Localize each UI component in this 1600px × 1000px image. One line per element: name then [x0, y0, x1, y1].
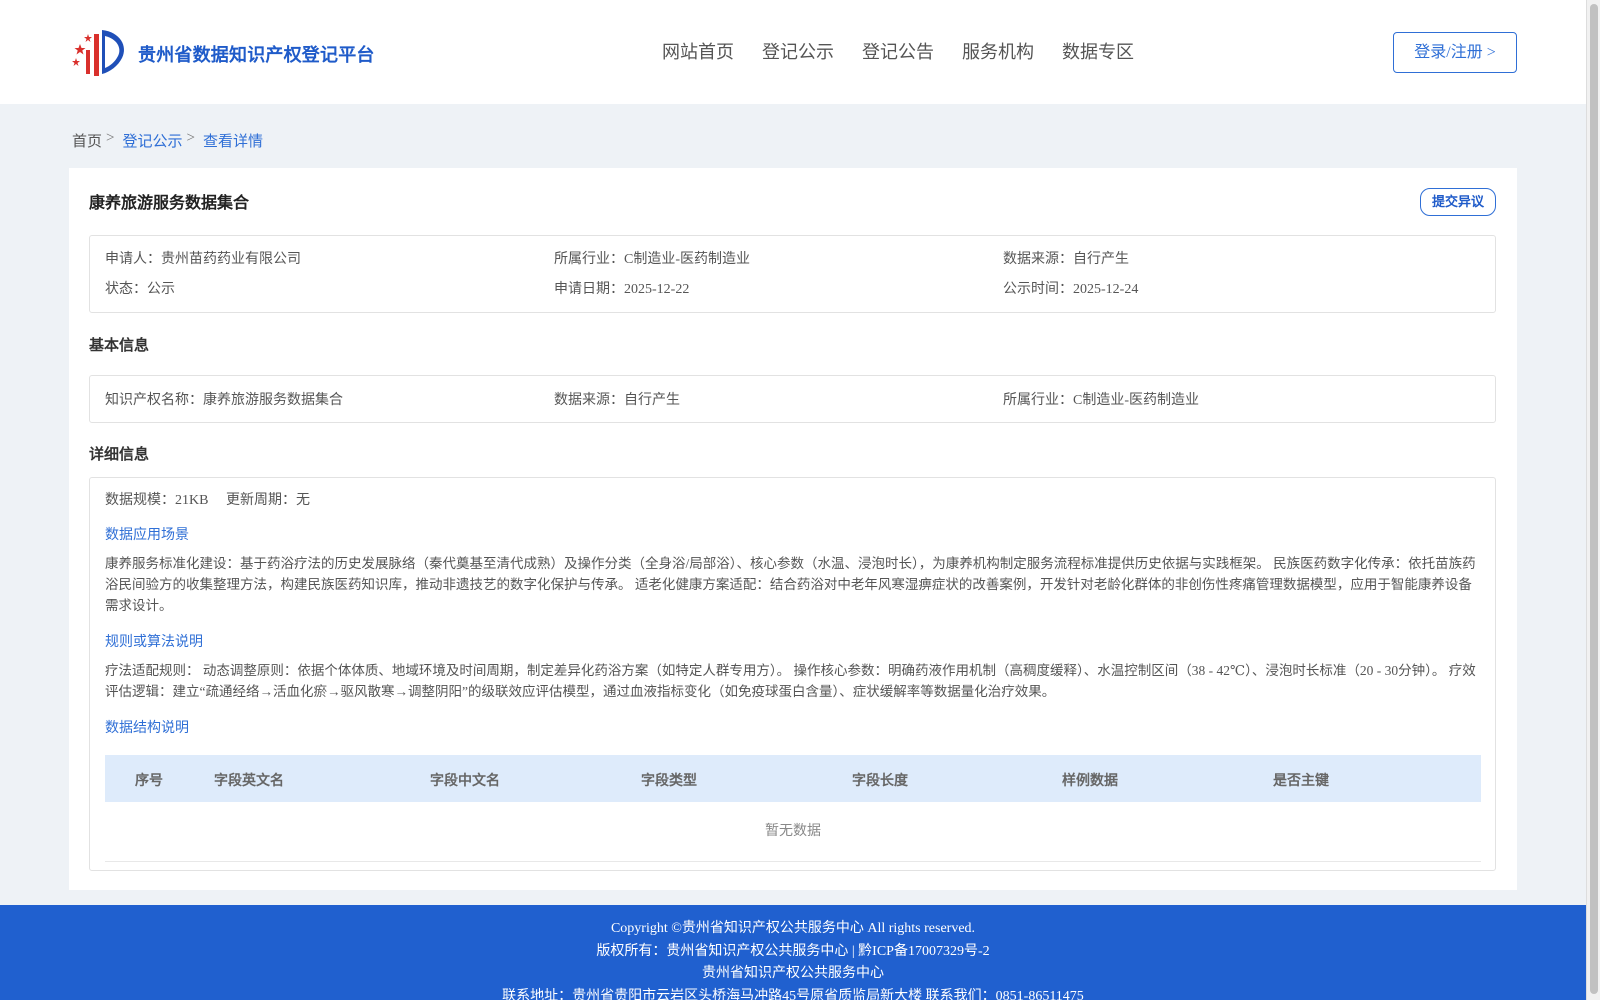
login-register-button[interactable]: 登录/注册 > [1393, 32, 1517, 73]
column-header-length: 字段长度 [852, 774, 908, 789]
column-header-index: 序号 [135, 774, 163, 789]
page-title: 康养旅游服务数据集合 [89, 195, 250, 212]
publish-date-value: 2025-12-24 [1073, 282, 1139, 297]
breadcrumb-registration-publicity[interactable]: 登记公示 [122, 130, 182, 151]
status-value: 公示 [147, 282, 175, 297]
main-nav: 网站首页 登记公示 登记公告 服务机构 数据专区 [662, 38, 1134, 64]
ip-name-value: 康养旅游服务数据集合 [203, 393, 343, 408]
update-cycle-value: 无 [296, 493, 310, 508]
column-header-chinese-name: 字段中文名 [430, 774, 500, 789]
scrollbar-thumb[interactable] [1590, 4, 1598, 994]
data-scale-value: 21KB [175, 493, 209, 508]
publish-date-field: 公示时间：2025-12-24 [1003, 278, 1138, 298]
basic-source-value: 自行产生 [624, 393, 680, 408]
breadcrumb-home[interactable]: 首页 [72, 130, 102, 151]
basic-industry-label: 所属行业： [1003, 393, 1073, 408]
nav-item-service-agencies[interactable]: 服务机构 [962, 38, 1034, 64]
detail-info-heading: 详细信息 [89, 447, 150, 463]
status-field: 状态：公示 [105, 278, 175, 298]
rules-algorithm-heading: 规则或算法说明 [105, 635, 203, 650]
footer-owner[interactable]: 版权所有：贵州省知识产权公共服务中心 | 黔ICP备17007329号-2 [0, 940, 1586, 960]
applicant-label: 申请人： [105, 252, 161, 267]
detail-info-box: 数据规模：21KB 更新周期：无 数据应用场景 康养服务标准化建设：基于药浴疗法… [89, 477, 1496, 871]
basic-source-label: 数据来源： [554, 393, 624, 408]
breadcrumb-separator: > [186, 130, 195, 146]
basic-industry-value: C制造业-医药制造业 [1073, 393, 1199, 408]
apply-date-value: 2025-12-22 [624, 282, 690, 297]
apply-date-field: 申请日期：2025-12-22 [554, 278, 689, 298]
table-header: 序号 字段英文名 字段中文名 字段类型 字段长度 样例数据 是否主键 [105, 755, 1481, 802]
page-scrollbar[interactable] [1586, 0, 1600, 1000]
nav-item-registration-publicity[interactable]: 登记公示 [762, 38, 834, 64]
basic-source-field: 数据来源：自行产生 [554, 389, 680, 409]
industry-label: 所属行业： [554, 252, 624, 267]
breadcrumb-separator: > [106, 130, 115, 146]
nav-item-home[interactable]: 网站首页 [662, 38, 734, 64]
detail-card: 康养旅游服务数据集合 提交异议 申请人：贵州苗药药业有限公司 所属行业：C制造业… [69, 168, 1517, 890]
column-header-primary-key: 是否主键 [1273, 774, 1329, 789]
site-brand-title[interactable]: 贵州省数据知识产权登记平台 [138, 41, 375, 67]
industry-value: C制造业-医药制造业 [624, 252, 750, 267]
update-cycle-field: 更新周期：无 [226, 489, 310, 509]
site-logo-icon[interactable] [72, 28, 130, 78]
ip-name-label: 知识产权名称： [105, 393, 203, 408]
application-scenario-heading: 数据应用场景 [105, 528, 189, 543]
site-header: 贵州省数据知识产权登记平台 网站首页 登记公示 登记公告 服务机构 数据专区 登… [0, 0, 1586, 104]
update-cycle-label: 更新周期： [226, 493, 296, 508]
basic-info-box: 知识产权名称：康养旅游服务数据集合 数据来源：自行产生 所属行业：C制造业-医药… [89, 375, 1496, 423]
nav-item-registration-announcement[interactable]: 登记公告 [862, 38, 934, 64]
column-header-english-name: 字段英文名 [214, 774, 284, 789]
column-header-type: 字段类型 [641, 774, 697, 789]
source-label: 数据来源： [1003, 252, 1073, 267]
status-label: 状态： [105, 282, 147, 297]
site-footer: Copyright ©贵州省知识产权公共服务中心 All rights rese… [0, 905, 1586, 1000]
publish-date-label: 公示时间： [1003, 282, 1073, 297]
footer-copyright: Copyright ©贵州省知识产权公共服务中心 All rights rese… [610, 921, 976, 936]
column-header-sample: 样例数据 [1062, 774, 1118, 789]
breadcrumb: 首页 > 登记公示 > 查看详情 [72, 130, 263, 151]
basic-info-heading: 基本信息 [89, 338, 150, 354]
table-empty-state: 暂无数据 [105, 802, 1481, 862]
rules-algorithm-text: 疗法适配规则： 动态调整原则：依据个体体质、地域环境及时间周期，制定差异化药浴方… [105, 663, 1476, 699]
breadcrumb-current: 查看详情 [202, 134, 263, 150]
data-structure-table: 序号 字段英文名 字段中文名 字段类型 字段长度 样例数据 是否主键 暂无数据 [105, 755, 1481, 862]
applicant-field: 申请人：贵州苗药药业有限公司 [105, 248, 301, 268]
footer-contact: 联系地址：贵州省贵阳市云岩区头桥海马冲路45号原省质监局新大楼 联系我们：085… [502, 989, 1084, 1000]
data-scale-field: 数据规模：21KB [105, 489, 208, 509]
application-scenario-text: 康养服务标准化建设：基于药浴疗法的历史发展脉络（秦代奠基至清代成熟）及操作分类（… [105, 556, 1476, 613]
footer-organization: 贵州省知识产权公共服务中心 [702, 966, 884, 981]
nav-item-data-zone[interactable]: 数据专区 [1062, 38, 1134, 64]
ip-name-field: 知识产权名称：康养旅游服务数据集合 [105, 389, 343, 409]
source-value: 自行产生 [1073, 252, 1129, 267]
basic-industry-field: 所属行业：C制造业-医药制造业 [1003, 389, 1199, 409]
submit-objection-button[interactable]: 提交异议 [1420, 188, 1496, 216]
data-scale-label: 数据规模： [105, 493, 175, 508]
apply-date-label: 申请日期： [554, 282, 624, 297]
applicant-value: 贵州苗药药业有限公司 [161, 252, 301, 267]
industry-field: 所属行业：C制造业-医药制造业 [554, 248, 750, 268]
data-structure-heading: 数据结构说明 [105, 721, 189, 736]
source-field: 数据来源：自行产生 [1003, 248, 1129, 268]
summary-box: 申请人：贵州苗药药业有限公司 所属行业：C制造业-医药制造业 数据来源：自行产生… [89, 235, 1496, 313]
